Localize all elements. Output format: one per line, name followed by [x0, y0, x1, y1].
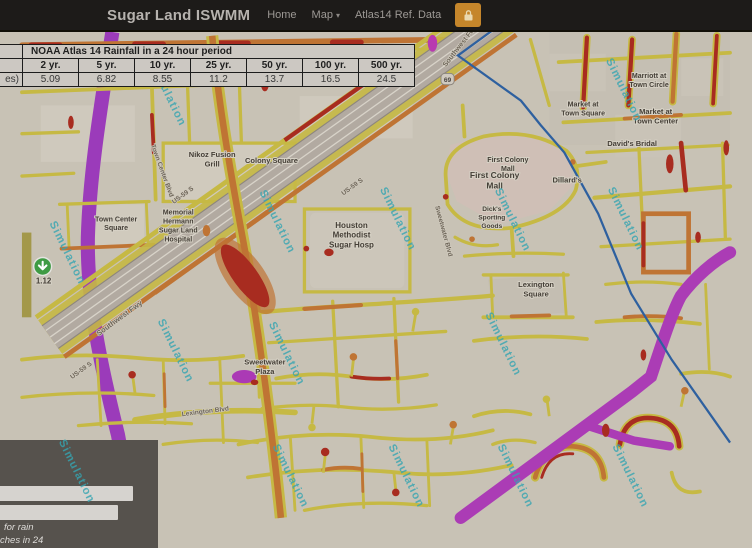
street-label-us-59-s: US-59 S: [69, 360, 94, 381]
table-col-100yr: 100 yr.: [303, 59, 359, 73]
simulation-dialog: for rain ches in 24: [0, 440, 158, 548]
dialog-caption-line2: ches in 24: [0, 535, 43, 546]
dialog-field-1[interactable]: [0, 486, 133, 501]
top-nav: Home Map▾ Atlas14 Ref. Data: [267, 9, 441, 21]
nav-atlas14-ref-data[interactable]: Atlas14 Ref. Data: [355, 9, 441, 21]
rainfall-table: NOAA Atlas 14 Rainfall in a 24 hour peri…: [0, 44, 415, 87]
table-value-500yr: 24.5: [359, 73, 415, 87]
app-title: Sugar Land ISWMM: [107, 7, 250, 24]
table-row-label: es): [0, 73, 23, 87]
table-value-50yr: 13.7: [247, 73, 303, 87]
street-label-us-59-s: US-59 S: [340, 177, 365, 198]
chevron-down-icon: ▾: [336, 11, 340, 20]
nav-label: Map: [312, 9, 333, 21]
street-label-sweetwater-blvd: Sweetwater Blvd: [433, 205, 453, 257]
interchange: [203, 36, 287, 518]
table-col-5yr: 5 yr.: [79, 59, 135, 73]
map-label-houston-methodist-sugarhosp: HoustonMethodistSugar Hosp: [329, 221, 374, 250]
lock-button[interactable]: [455, 3, 481, 27]
map-label-dicks-sporting-goods: Dick'sSportingGoods: [478, 206, 505, 230]
nav-map[interactable]: Map▾: [312, 9, 340, 21]
map-label-colonysquare: Colony Square: [245, 156, 298, 165]
table-label-cell: [0, 59, 23, 73]
table-col-2yr: 2 yr.: [23, 59, 79, 73]
table-col-25yr: 25 yr.: [191, 59, 247, 73]
map-label-marketat-towncenter: Market atTown Center: [633, 107, 678, 125]
table-value-5yr: 6.82: [79, 73, 135, 87]
svg-text:69: 69: [444, 77, 452, 84]
table-value-2yr: 5.09: [23, 73, 79, 87]
table-value-25yr: 11.2: [191, 73, 247, 87]
table-value-100yr: 16.5: [303, 73, 359, 87]
table-col-50yr: 50 yr.: [247, 59, 303, 73]
dialog-field-2[interactable]: [0, 505, 118, 520]
rainfall-marker[interactable]: 1.12: [34, 258, 52, 286]
table-col-10yr: 10 yr.: [135, 59, 191, 73]
nav-home[interactable]: Home: [267, 9, 296, 21]
map-label-davidsbridal: David's Bridal: [607, 139, 657, 148]
marker-value: 1.12: [36, 276, 52, 285]
table-col-500yr: 500 yr.: [359, 59, 415, 73]
nav-label: Atlas14 Ref. Data: [355, 9, 441, 21]
highway-shield-69: 69: [441, 73, 454, 84]
dialog-caption-line1: for rain: [4, 522, 34, 533]
lock-icon: [462, 9, 475, 22]
map-label-dillards: Dillard's: [552, 176, 581, 185]
nav-label: Home: [267, 9, 296, 21]
table-title: NOAA Atlas 14 Rainfall in a 24 hour peri…: [23, 45, 415, 59]
table-value-10yr: 8.55: [135, 73, 191, 87]
top-bar: Sugar Land ISWMM Home Map▾ Atlas14 Ref. Da…: [0, 0, 752, 32]
table-corner-cell: [0, 45, 23, 59]
